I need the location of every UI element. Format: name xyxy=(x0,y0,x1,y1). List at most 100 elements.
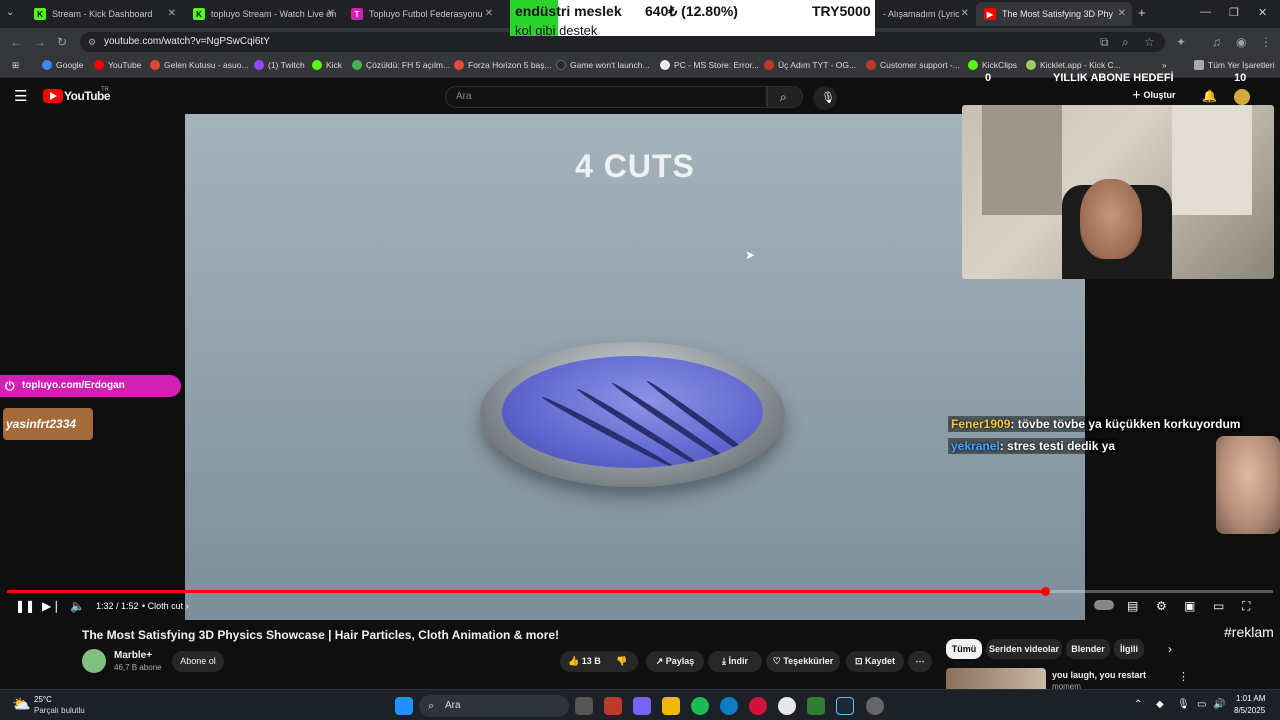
reload-icon[interactable]: ↻ xyxy=(57,35,67,49)
zoom-icon[interactable]: ⌕ xyxy=(1122,35,1129,50)
bookmark-kicklet[interactable]: Kicklet.app - Kick C... xyxy=(1026,60,1121,70)
bookmark-google[interactable]: Google xyxy=(42,60,83,70)
bookmark-fh5[interactable]: Çözüldü: FH 5 açılm... xyxy=(352,60,450,70)
site-info-icon[interactable]: ⚙ xyxy=(88,32,96,52)
chip-related[interactable]: İlgili xyxy=(1114,639,1144,659)
voice-search-button[interactable]: 🎙 xyxy=(813,86,837,110)
tab-kick-dashboard[interactable]: K Stream - Kick Dashboard ✕ xyxy=(26,2,182,26)
bookmark-youtube[interactable]: YouTube xyxy=(94,60,141,70)
settings-gear-icon[interactable]: ⚙ xyxy=(1156,599,1167,613)
chrome-icon[interactable] xyxy=(778,697,796,715)
profile-icon[interactable]: ◉ xyxy=(1236,35,1246,49)
all-bookmarks[interactable]: Tüm Yer İşaretleri xyxy=(1194,60,1275,70)
windows-start-icon[interactable] xyxy=(395,697,413,715)
media-control-icon[interactable]: ♫ xyxy=(1212,35,1221,49)
bookmark-msstore[interactable]: PC - MS Store: Error... xyxy=(660,60,759,70)
download-button[interactable]: ⤓ İndir xyxy=(708,651,762,672)
copilot-icon[interactable] xyxy=(633,697,651,715)
subtitles-icon[interactable]: ▤ xyxy=(1127,599,1138,613)
search-button[interactable]: ⌕ xyxy=(767,86,803,108)
tab-search-icon[interactable]: ⌄ xyxy=(6,7,14,18)
dislike-icon[interactable]: 👎 xyxy=(616,651,627,672)
task-view-icon[interactable] xyxy=(575,697,593,715)
bookmark-forza[interactable]: Forza Horizon 5 baş... xyxy=(454,60,552,70)
chip-all[interactable]: Tümü xyxy=(946,639,982,659)
close-icon[interactable]: ✕ xyxy=(327,8,335,19)
close-icon[interactable]: ✕ xyxy=(961,8,969,19)
close-icon[interactable]: ✕ xyxy=(168,8,176,19)
tab-kick-watch[interactable]: K topluyo Stream - Watch Live on ✕ xyxy=(185,2,341,26)
fullscreen-icon[interactable]: ⛶ xyxy=(1242,599,1250,614)
thanks-button[interactable]: ♡ Teşekkürler xyxy=(766,651,840,672)
seek-bar[interactable] xyxy=(7,587,1273,596)
bookmark-kick[interactable]: Kick xyxy=(312,60,342,70)
taskbar-search[interactable]: ⌕ Ara xyxy=(419,695,569,717)
tray-overflow-icon[interactable]: ⌃ xyxy=(1134,699,1142,710)
hamburger-menu-icon[interactable]: ☰ xyxy=(14,87,27,105)
tab-topluyo[interactable]: T Topluyo Futbol Federasyonu ✕ xyxy=(343,2,499,26)
subscribe-button[interactable]: Abone ol xyxy=(172,651,224,672)
next-icon[interactable]: ▶❘ xyxy=(42,599,61,613)
install-app-icon[interactable]: ⧉ xyxy=(1100,35,1109,50)
bookmark-tyt[interactable]: Üç Adım TYT - OG... xyxy=(764,60,856,70)
related-title[interactable]: you laugh, you restart xyxy=(1052,670,1146,680)
tab-youtube-active[interactable]: ▶ The Most Satisfying 3D Phy ✕ xyxy=(976,2,1132,26)
save-button[interactable]: ⊡ Kaydet xyxy=(846,651,904,672)
like-button[interactable]: 👍 13 B xyxy=(568,651,601,672)
tab-lyric[interactable]: - Alışamadım (Lyric ✕ xyxy=(875,2,975,26)
clock-time[interactable]: 1:01 AM xyxy=(1236,694,1265,703)
restore-icon[interactable]: ❐ xyxy=(1229,6,1239,19)
network-icon[interactable]: ▭ xyxy=(1197,699,1206,710)
video-player[interactable]: 4 CUTS ➤ xyxy=(185,114,1085,620)
app-icon-3[interactable] xyxy=(866,697,884,715)
theater-mode-icon[interactable]: ▭ xyxy=(1213,599,1224,613)
create-button[interactable]: ＋ Oluştur xyxy=(1132,88,1176,106)
forward-icon[interactable]: → xyxy=(34,35,46,49)
app-icon[interactable] xyxy=(604,697,622,715)
more-actions-icon[interactable]: ⋯ xyxy=(908,651,932,672)
chapter-button[interactable]: • Cloth cut › xyxy=(142,601,189,611)
bookmark-steam[interactable]: Game won't launch... xyxy=(556,60,650,70)
bookmark-star-icon[interactable]: ☆ xyxy=(1144,35,1155,49)
apps-icon[interactable]: ⊞ xyxy=(12,60,19,71)
volume-icon[interactable]: 🔈 xyxy=(70,599,85,613)
close-icon[interactable]: ✕ xyxy=(1118,8,1126,19)
bookmark-kickclips[interactable]: KickClips xyxy=(968,60,1017,70)
pause-icon[interactable]: ❚❚ xyxy=(15,599,35,613)
tray-app-icon[interactable]: ◆ xyxy=(1156,699,1164,710)
notifications-bell-icon[interactable]: 🔔 xyxy=(1202,89,1217,103)
channel-avatar[interactable] xyxy=(82,649,106,673)
search-input[interactable]: Ara xyxy=(445,86,767,108)
bookmark-twitch[interactable]: (1) Twitch xyxy=(254,60,305,70)
chips-next-icon[interactable]: › xyxy=(1168,642,1172,656)
chip-series[interactable]: Seriden videolar xyxy=(986,639,1062,659)
clock-date[interactable]: 8/5/2025 xyxy=(1234,706,1265,715)
mic-tray-icon[interactable]: 🎙 xyxy=(1177,699,1190,710)
volume-tray-icon[interactable]: 🔊 xyxy=(1213,699,1225,710)
steam-icon[interactable] xyxy=(836,697,854,715)
bookmark-support[interactable]: Customer support -... xyxy=(866,60,960,70)
edge-icon[interactable] xyxy=(720,697,738,715)
weather-icon[interactable]: ⛅ xyxy=(12,695,31,713)
chip-blender[interactable]: Blender xyxy=(1066,639,1110,659)
spotify-icon[interactable] xyxy=(691,697,709,715)
menu-icon[interactable]: ⋮ xyxy=(1260,35,1272,49)
file-explorer-icon[interactable] xyxy=(662,697,680,715)
share-button[interactable]: ↗ Paylaş xyxy=(646,651,704,672)
more-bookmarks-icon[interactable]: » xyxy=(1162,60,1167,70)
minimize-icon[interactable]: — xyxy=(1200,6,1211,18)
opera-icon[interactable] xyxy=(749,697,767,715)
autoplay-toggle[interactable] xyxy=(1094,600,1114,610)
miniplayer-icon[interactable]: ▣ xyxy=(1184,599,1195,613)
app-icon-2[interactable] xyxy=(807,697,825,715)
avatar[interactable] xyxy=(1234,89,1250,105)
related-menu-icon[interactable]: ⋮ xyxy=(1178,670,1189,683)
window-close-icon[interactable]: ✕ xyxy=(1258,6,1267,19)
extensions-icon[interactable]: ✦ xyxy=(1176,35,1186,49)
new-tab-icon[interactable]: + xyxy=(1138,5,1146,20)
youtube-logo-icon[interactable] xyxy=(43,89,63,103)
bookmark-gmail[interactable]: Gelen Kutusu - asuo... xyxy=(150,60,249,70)
close-icon[interactable]: ✕ xyxy=(485,8,493,19)
channel-name[interactable]: Marble+ xyxy=(114,650,152,661)
back-icon[interactable]: ← xyxy=(10,35,22,49)
